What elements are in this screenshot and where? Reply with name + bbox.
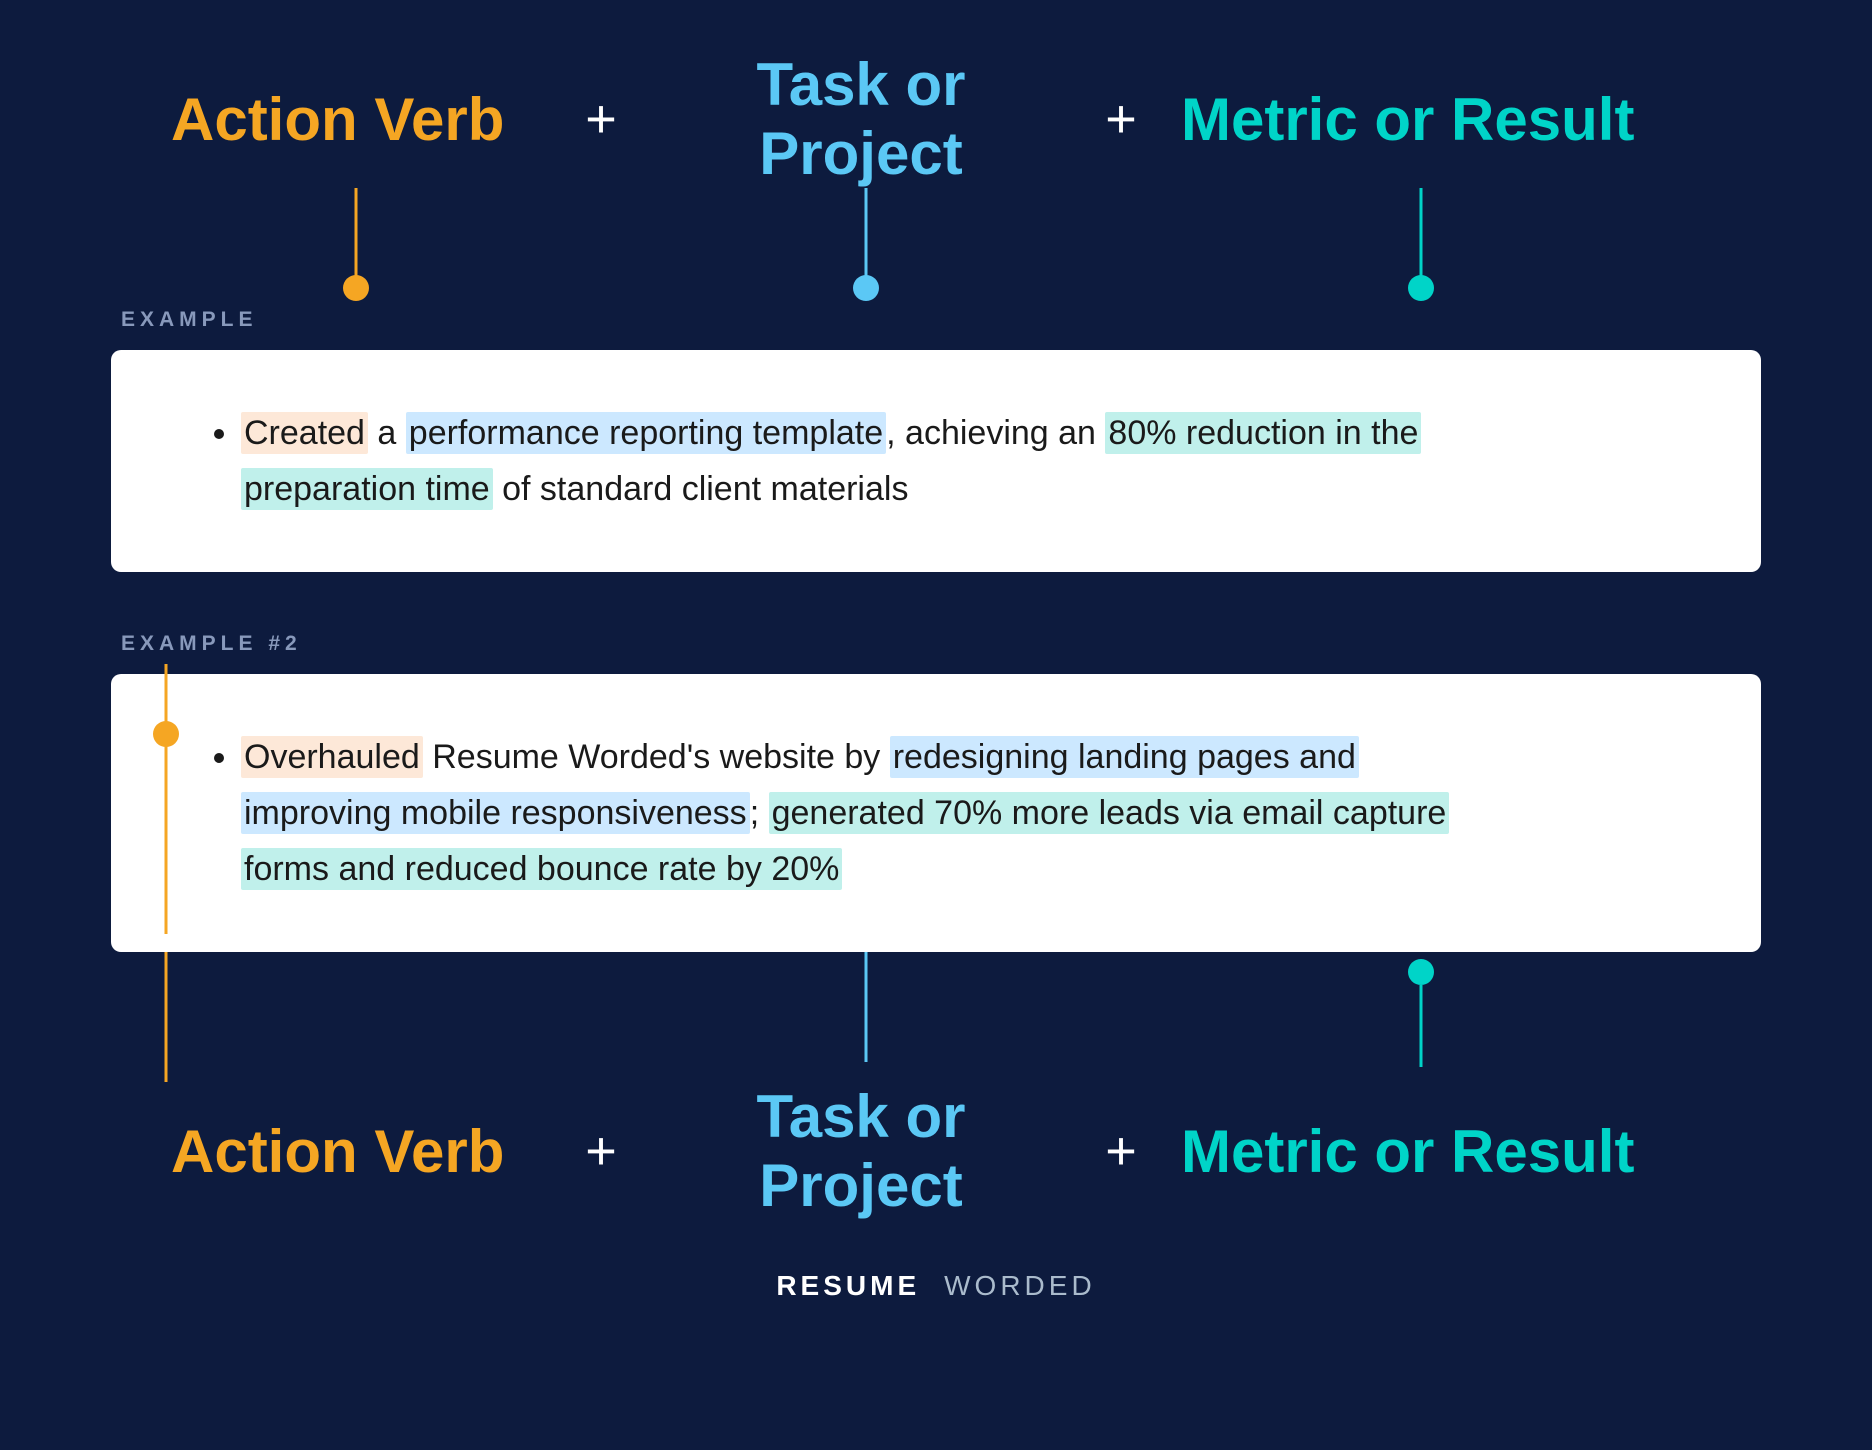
example1-card: Created a performance reporting template… xyxy=(111,350,1761,572)
example1-metric-highlight-2: preparation time xyxy=(241,468,493,510)
example2-task-highlight-2: improving mobile responsiveness xyxy=(241,792,750,834)
action-verb-label: Action Verb xyxy=(171,86,504,153)
example1-label: EXAMPLE xyxy=(111,308,1761,332)
brand-logo: RESUME WORDED xyxy=(111,1270,1761,1302)
example2-label: EXAMPLE #2 xyxy=(111,632,1761,656)
example1-metric-highlight: 80% reduction in the xyxy=(1105,412,1421,454)
example2-card: Overhauled Resume Worded's website by re… xyxy=(111,674,1761,952)
gap-1 xyxy=(111,572,1761,632)
example1-bullet-item: Created a performance reporting template… xyxy=(241,405,1691,517)
example1-bullet-list: Created a performance reporting template… xyxy=(201,405,1691,517)
ex2-bottom-connectors-svg xyxy=(111,952,1761,1082)
example1-task-highlight: performance reporting template xyxy=(406,412,886,454)
bottom-formula-row: Action Verb + Task or Project + Metric o… xyxy=(111,1082,1761,1220)
formula-plus-2: + xyxy=(1061,88,1181,150)
example1-action-highlight: Created xyxy=(241,412,368,454)
brand-worded: WORDED xyxy=(944,1270,1096,1301)
example2-wrapper: Overhauled Resume Worded's website by re… xyxy=(111,674,1761,1082)
formula-metric-label: Metric or Result xyxy=(1181,85,1761,154)
ex1-top-connectors xyxy=(111,188,1761,308)
formula-plus-1: + xyxy=(541,88,661,150)
bottom-formula-metric: Metric or Result xyxy=(1181,1117,1761,1186)
formula-action-label: Action Verb xyxy=(171,85,541,154)
bottom-formula-plus-2: + xyxy=(1061,1120,1181,1182)
example2-bullet-item: Overhauled Resume Worded's website by re… xyxy=(241,729,1691,897)
example2-metric-highlight-3: forms and reduced bounce rate by 20% xyxy=(241,848,842,890)
page-wrapper: Action Verb + Task or Project + Metric o… xyxy=(111,50,1761,1332)
example2-bullet-list: Overhauled Resume Worded's website by re… xyxy=(201,729,1691,897)
formula-task-label: Task or Project xyxy=(661,50,1061,188)
top-formula-row: Action Verb + Task or Project + Metric o… xyxy=(111,50,1761,188)
example2-task-highlight: redesigning landing pages and xyxy=(890,736,1359,778)
bottom-formula-task: Task or Project xyxy=(661,1082,1061,1220)
bottom-formula-action: Action Verb xyxy=(171,1117,541,1186)
ex1-connector-svg xyxy=(111,188,1761,308)
bottom-formula-plus-1: + xyxy=(541,1120,661,1182)
example2-metric-highlight: generated 70% more leads via email captu… xyxy=(769,792,1450,834)
brand-resume: RESUME xyxy=(776,1270,920,1301)
example2-action-highlight: Overhauled xyxy=(241,736,423,778)
